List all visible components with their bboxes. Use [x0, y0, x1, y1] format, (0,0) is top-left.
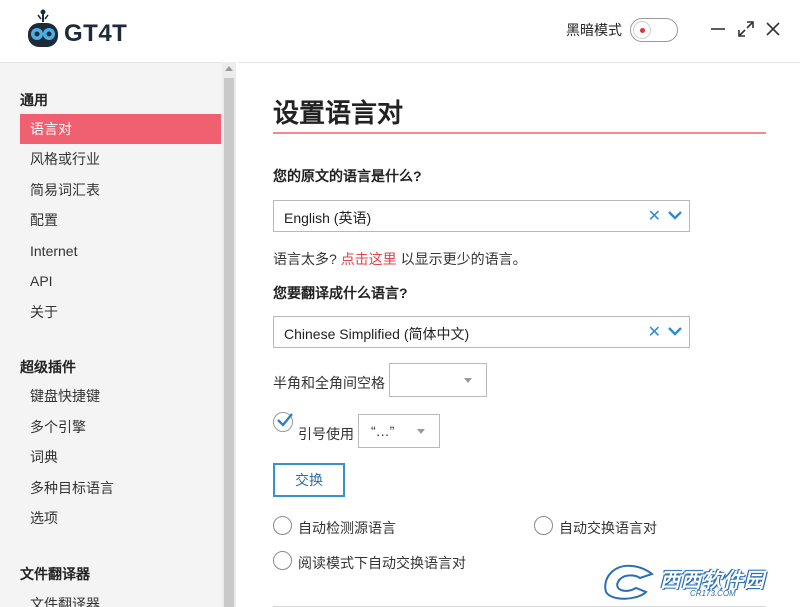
sidebar-item-config[interactable]: 配置 — [20, 205, 221, 235]
target-language-select[interactable]: Chinese Simplified (简体中文) ✕ — [273, 316, 690, 348]
auto-detect-radio[interactable] — [273, 516, 292, 535]
checkmark-icon — [277, 413, 293, 427]
sidebar-item-glossary[interactable]: 简易词汇表 — [20, 175, 221, 205]
sidebar-section-file-translator: 文件翻译器 — [20, 566, 90, 582]
target-language-question: 您要翻译成什么语言? — [273, 285, 408, 301]
maximize-icon[interactable] — [735, 18, 757, 40]
quotes-checkbox[interactable] — [273, 412, 293, 432]
source-language-select[interactable]: English (英语) ✕ — [273, 200, 690, 232]
sidebar-item-api[interactable]: API — [20, 266, 221, 296]
sidebar-item-multi-target[interactable]: 多种目标语言 — [20, 473, 221, 503]
robot-logo-icon — [28, 9, 58, 47]
spacing-label: 半角和全角间空格 — [273, 375, 385, 391]
swap-button[interactable]: 交换 — [273, 463, 345, 497]
auto-swap-label: 自动交换语言对 — [559, 520, 657, 536]
quotes-label: 引号使用 — [298, 426, 354, 442]
sidebar-item-options[interactable]: 选项 — [20, 503, 221, 533]
scroll-up-arrow-icon[interactable] — [225, 66, 233, 71]
auto-swap-radio[interactable] — [534, 516, 553, 535]
sidebar-item-language-pair[interactable]: 语言对 — [20, 114, 221, 144]
dropdown-arrow-icon — [417, 429, 425, 434]
reading-mode-swap-label: 阅读模式下自动交换语言对 — [298, 555, 466, 571]
app-name: GT4T — [64, 20, 128, 47]
auto-detect-label: 自动检测源语言 — [298, 520, 396, 536]
watermark-subtext: CR173.COM — [690, 589, 736, 598]
page-title: 设置语言对 — [273, 98, 404, 128]
show-fewer-languages-link[interactable]: 点击这里 — [341, 251, 397, 267]
title-divider — [273, 132, 766, 134]
sidebar-item-file-translator[interactable]: 文件翻译器 — [20, 589, 221, 607]
sidebar-section-super-plugins: 超级插件 — [20, 359, 76, 375]
dark-mode-toggle[interactable] — [630, 18, 678, 42]
dark-mode-label: 黑暗模式 — [566, 22, 622, 38]
source-language-question: 您的原文的语言是什么? — [273, 168, 422, 184]
dropdown-arrow-icon — [464, 378, 472, 383]
hint-suffix: 以显示更少的语言。 — [400, 251, 527, 267]
reading-mode-swap-radio[interactable] — [273, 551, 292, 570]
chevron-down-icon[interactable] — [668, 326, 682, 336]
hint-prefix: 语言太多? — [273, 251, 337, 267]
chevron-down-icon[interactable] — [668, 210, 682, 220]
language-hint: 语言太多? 点击这里 以显示更少的语言。 — [273, 249, 527, 269]
sidebar-item-dictionary[interactable]: 词典 — [20, 442, 221, 472]
main-panel: 设置语言对 您的原文的语言是什么? English (英语) ✕ 语言太多? 点… — [238, 62, 800, 607]
sidebar: 通用 语言对 风格或行业 简易词汇表 配置 Internet API 关于 超级… — [0, 62, 222, 607]
clear-icon[interactable]: ✕ — [648, 206, 661, 226]
clear-icon[interactable]: ✕ — [648, 322, 661, 342]
sidebar-item-internet[interactable]: Internet — [20, 236, 221, 266]
toggle-indicator-dot — [640, 28, 645, 33]
sidebar-item-style-industry[interactable]: 风格或行业 — [20, 144, 221, 174]
target-language-value: Chinese Simplified (简体中文) — [284, 326, 470, 342]
scrollbar-thumb[interactable] — [224, 78, 234, 607]
title-bar: GT4T 黑暗模式 — [0, 0, 800, 62]
sidebar-section-general: 通用 — [20, 92, 48, 108]
close-icon[interactable] — [762, 18, 784, 40]
toggle-knob — [633, 21, 651, 39]
sidebar-item-about[interactable]: 关于 — [20, 297, 221, 327]
minimize-icon[interactable] — [707, 18, 729, 40]
quotes-select[interactable]: “…” — [358, 414, 440, 448]
sidebar-scrollbar[interactable] — [222, 62, 236, 607]
spacing-select[interactable] — [389, 363, 487, 397]
quotes-value: “…” — [371, 423, 395, 439]
source-language-value: English (英语) — [284, 210, 372, 226]
sidebar-item-engines[interactable]: 多个引擎 — [20, 412, 221, 442]
sidebar-item-shortcuts[interactable]: 键盘快捷键 — [20, 381, 221, 411]
